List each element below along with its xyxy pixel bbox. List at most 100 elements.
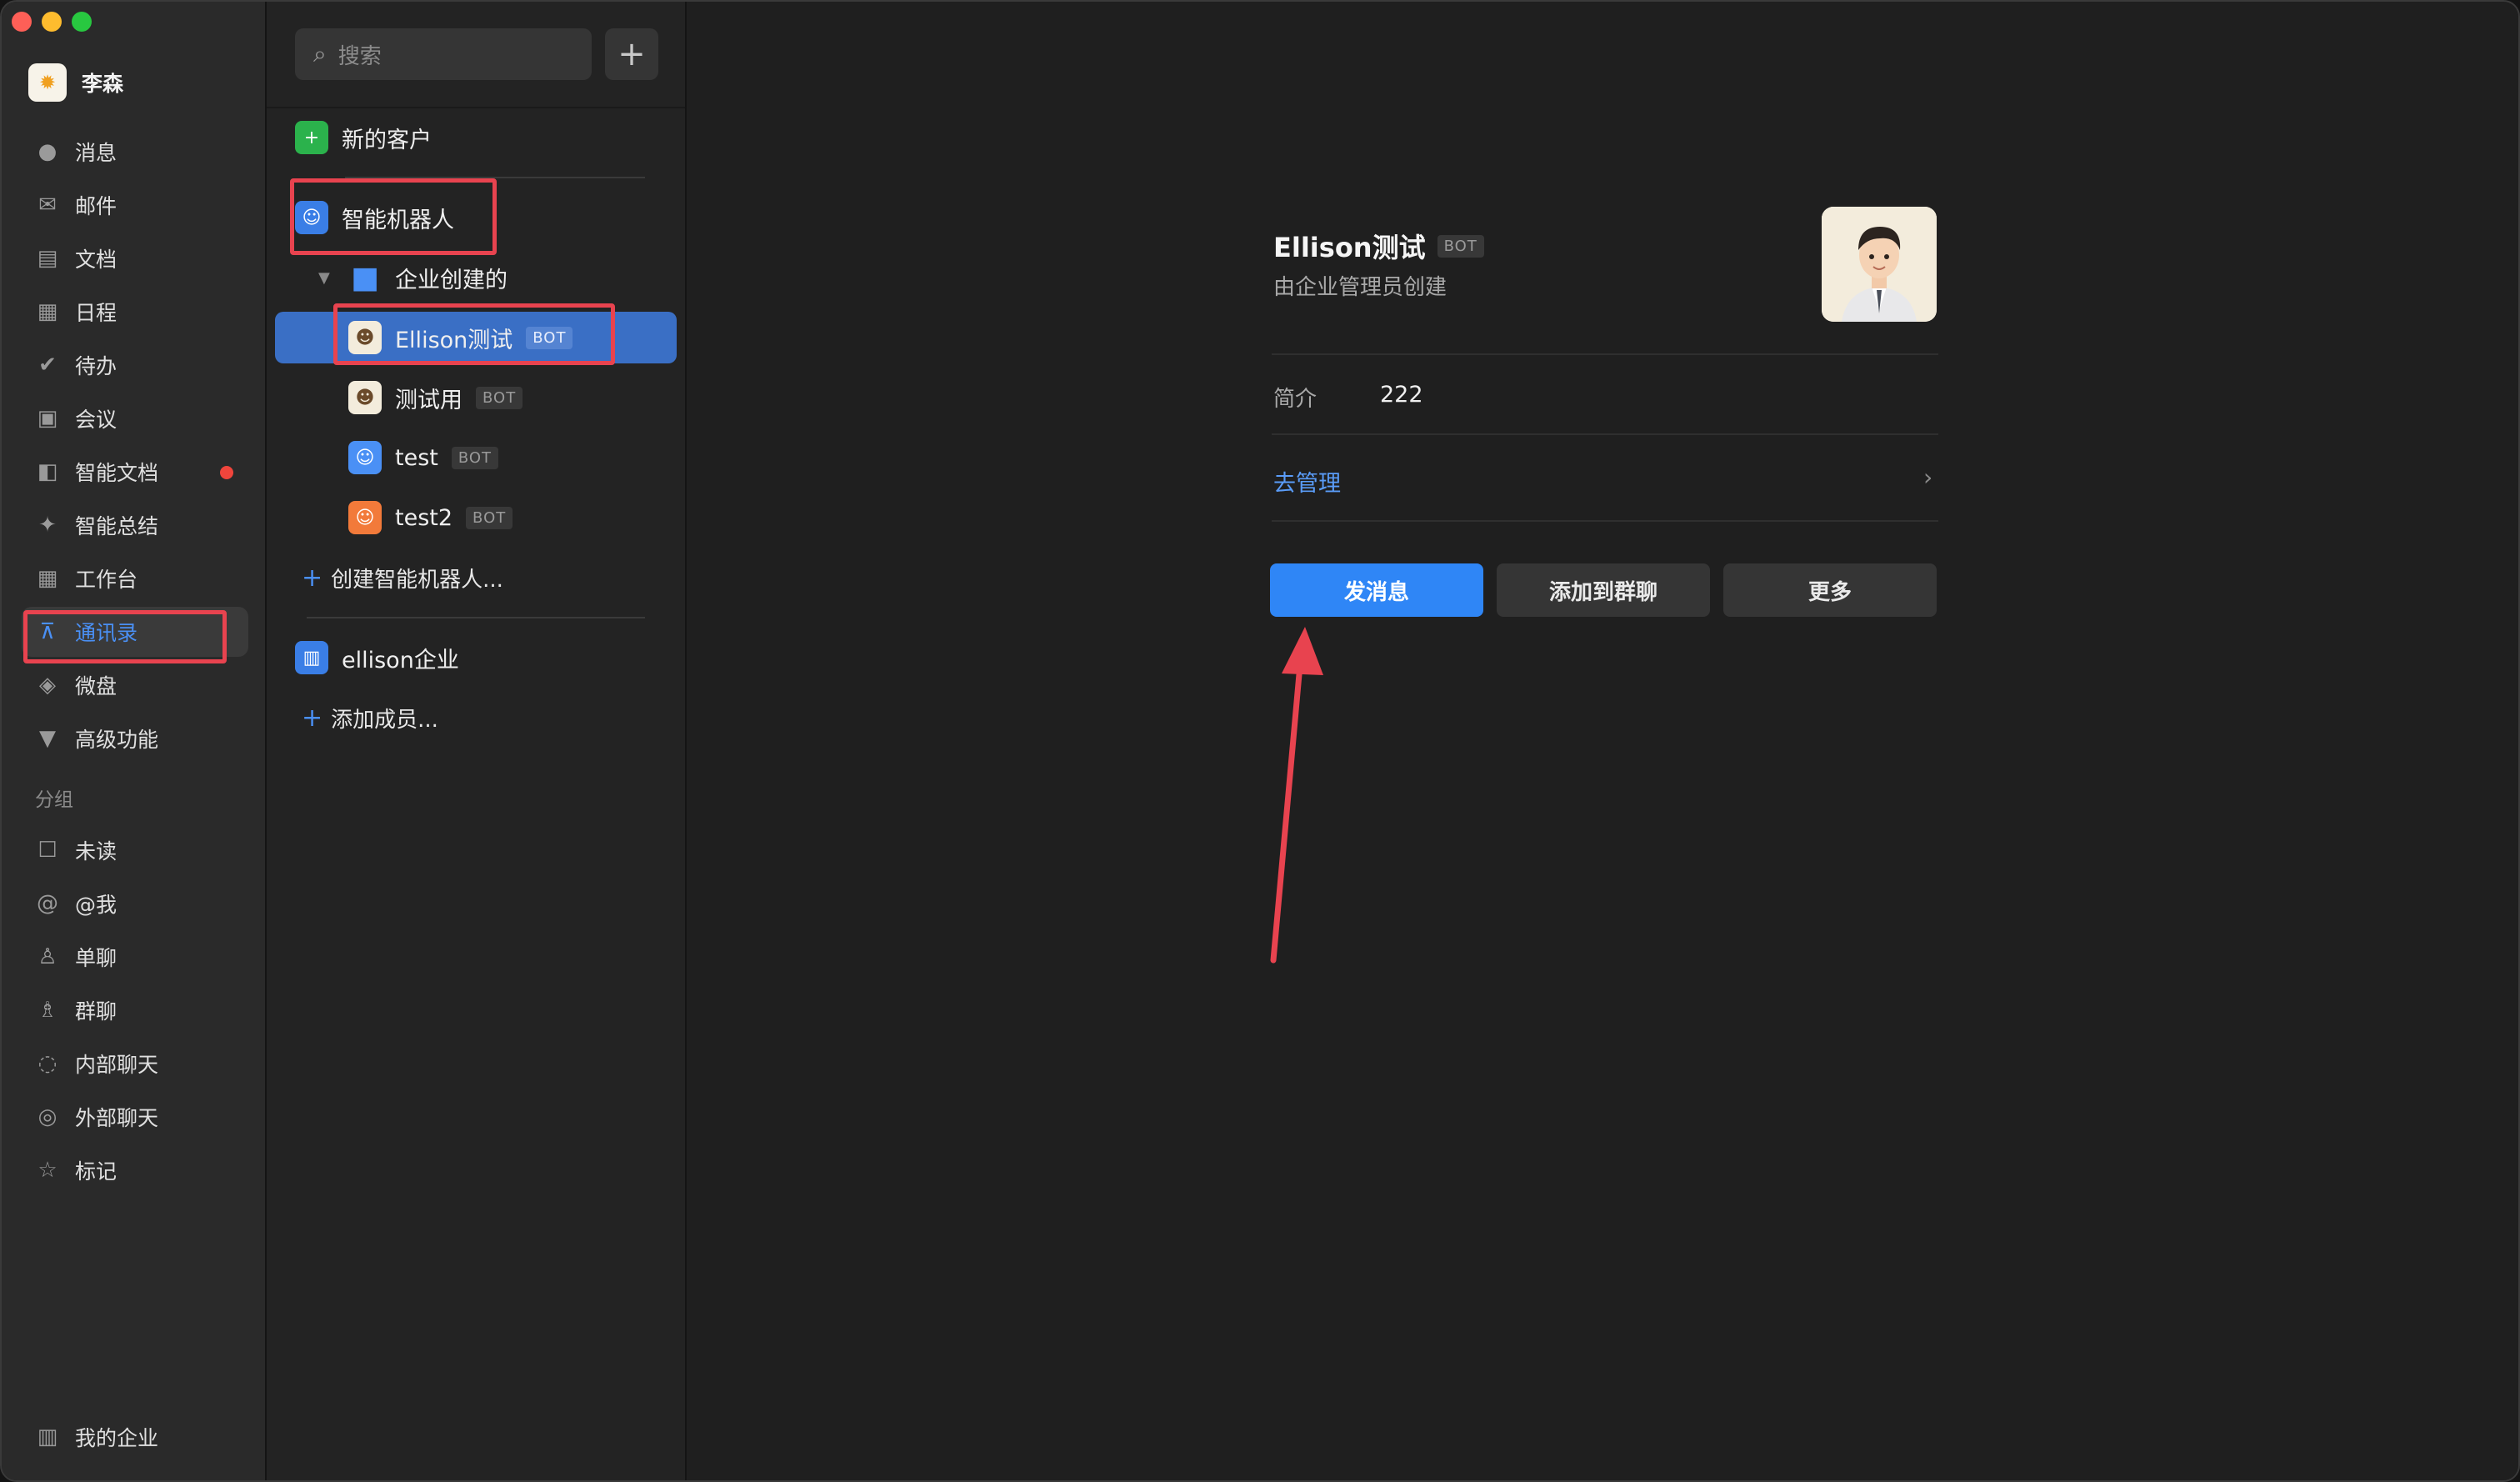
nav-item-calendar[interactable]: ▦ 日程 bbox=[22, 287, 248, 337]
person-icon: ♙ bbox=[38, 944, 58, 969]
list-item-label: 添加成员... bbox=[331, 707, 438, 733]
bot-name: 测试用 bbox=[395, 387, 462, 413]
nav-item-label: 群聊 bbox=[75, 999, 118, 1024]
detail-name: Ellison测试 bbox=[1273, 232, 1426, 263]
company-item[interactable]: ▥ ellison企业 bbox=[295, 632, 459, 683]
nav-item-label: 消息 bbox=[75, 141, 118, 165]
divider bbox=[1272, 353, 1938, 355]
more-button[interactable]: 更多 bbox=[1723, 563, 1937, 617]
nav-item-messages[interactable]: ● 消息 bbox=[22, 127, 248, 177]
close-window-button[interactable] bbox=[12, 12, 32, 32]
caret-down-icon: ▼ bbox=[318, 268, 330, 287]
portrait-icon bbox=[1822, 207, 1937, 322]
search-placeholder: 搜索 bbox=[338, 43, 382, 69]
nav-item-mail[interactable]: ✉ 邮件 bbox=[22, 180, 248, 230]
mail-icon: ✉ bbox=[38, 193, 57, 218]
premium-icon: ▼ bbox=[39, 726, 56, 751]
app-window: ✹ 李森 ● 消息 ✉ 邮件 ▤ 文档 ▦ 日程 ✔ 待办 ▣ 会议 ◧ 智能文… bbox=[0, 0, 2520, 1482]
folder-item[interactable]: ▼ ■ 企业创建的 bbox=[318, 252, 508, 303]
bot-badge: BOT bbox=[451, 446, 499, 469]
building-icon: ▥ bbox=[37, 1424, 58, 1449]
plus-icon: + bbox=[302, 703, 323, 733]
list-item-label: ellison企业 bbox=[342, 647, 459, 673]
nav-item-smart-summary[interactable]: ✦ 智能总结 bbox=[22, 500, 248, 550]
folder-icon: ■ bbox=[350, 260, 379, 295]
intro-value: 222 bbox=[1380, 382, 1423, 408]
manage-link[interactable]: 去管理 bbox=[1273, 465, 1341, 498]
bot-name: test bbox=[395, 444, 438, 471]
check-circle-icon: ✔ bbox=[38, 353, 57, 378]
nav-rail: ✹ 李森 ● 消息 ✉ 邮件 ▤ 文档 ▦ 日程 ✔ 待办 ▣ 会议 ◧ 智能文… bbox=[2, 2, 267, 1480]
plus-icon: + bbox=[618, 35, 646, 73]
nav-item-label: 单聊 bbox=[75, 946, 118, 970]
group-section-title: 分组 bbox=[35, 789, 73, 811]
nav-item-premium[interactable]: ▼ 高级功能 bbox=[22, 713, 248, 764]
detail-subtitle: 由企业管理员创建 bbox=[1273, 275, 1448, 300]
building-icon: ▥ bbox=[295, 641, 328, 674]
plus-icon: + bbox=[302, 563, 323, 593]
group-item-starred[interactable]: ☆ 标记 bbox=[22, 1145, 248, 1195]
bot-item-test-use[interactable]: ☻ 测试用 BOT bbox=[348, 372, 523, 423]
avatar: ✹ bbox=[28, 63, 67, 102]
chevron-right-icon[interactable]: › bbox=[1923, 463, 1932, 491]
nav-item-label: 待办 bbox=[75, 354, 118, 378]
window-controls bbox=[12, 12, 92, 32]
zoom-window-button[interactable] bbox=[72, 12, 92, 32]
nav-item-docs[interactable]: ▤ 文档 bbox=[22, 233, 248, 283]
people-icon: ♗ bbox=[38, 998, 58, 1023]
nav-item-smart-doc[interactable]: ◧ 智能文档 bbox=[22, 447, 248, 497]
nav-item-label: 外部聊天 bbox=[75, 1106, 159, 1130]
nav-item-label: 会议 bbox=[75, 408, 118, 432]
nav-item-meeting[interactable]: ▣ 会议 bbox=[22, 393, 248, 443]
nav-item-label: 未读 bbox=[75, 839, 118, 864]
bot-item-test[interactable]: ☺ test BOT bbox=[348, 432, 499, 483]
user-profile[interactable]: ✹ 李森 bbox=[28, 63, 123, 102]
minimize-window-button[interactable] bbox=[42, 12, 62, 32]
at-icon: @ bbox=[37, 891, 58, 916]
group-item-external-chat[interactable]: ◎ 外部聊天 bbox=[22, 1092, 248, 1142]
nav-item-drive[interactable]: ◈ 微盘 bbox=[22, 660, 248, 710]
bot-badge: BOT bbox=[466, 506, 513, 529]
robot-icon: ☺ bbox=[348, 501, 382, 534]
divider bbox=[307, 617, 645, 618]
send-message-button[interactable]: 发消息 bbox=[1270, 563, 1483, 617]
add-to-group-button[interactable]: 添加到群聊 bbox=[1497, 563, 1710, 617]
bot-badge: BOT bbox=[476, 386, 523, 409]
internal-chat-icon: ◌ bbox=[38, 1051, 58, 1076]
unread-dot bbox=[220, 466, 233, 479]
group-item-internal-chat[interactable]: ◌ 内部聊天 bbox=[22, 1039, 248, 1089]
nav-item-workbench[interactable]: ▦ 工作台 bbox=[22, 553, 248, 603]
search-input[interactable]: ⌕ 搜索 bbox=[295, 28, 592, 80]
group-item-unread[interactable]: ☐ 未读 bbox=[22, 825, 248, 875]
star-icon: ☆ bbox=[38, 1158, 58, 1183]
annotation-box-bot bbox=[333, 303, 615, 365]
add-button[interactable]: + bbox=[605, 28, 658, 80]
divider bbox=[267, 107, 685, 108]
bot-detail-panel: Ellison测试 BOT 由企业管理员创建 简介 222 去管理 › 发消息 … bbox=[687, 2, 2518, 1480]
external-chat-icon: ◎ bbox=[38, 1104, 58, 1129]
bot-avatar[interactable] bbox=[1822, 207, 1937, 322]
group-item-single-chat[interactable]: ♙ 单聊 bbox=[22, 932, 248, 982]
user-name: 李森 bbox=[82, 72, 124, 96]
meeting-icon: ▣ bbox=[37, 406, 58, 431]
annotation-box-contacts bbox=[23, 610, 227, 663]
nav-item-label: 标记 bbox=[75, 1159, 118, 1184]
bot-item-test2[interactable]: ☺ test2 BOT bbox=[348, 492, 513, 543]
nav-item-label: 邮件 bbox=[75, 194, 118, 218]
document-icon: ▤ bbox=[37, 246, 58, 271]
divider bbox=[1272, 433, 1938, 435]
nav-item-label: 日程 bbox=[75, 301, 118, 325]
group-item-group-chat[interactable]: ♗ 群聊 bbox=[22, 985, 248, 1035]
my-company-button[interactable]: ▥ 我的企业 bbox=[22, 1412, 248, 1462]
add-member-button[interactable]: + 添加成员... bbox=[302, 692, 438, 744]
grid-icon: ▦ bbox=[37, 566, 58, 591]
bot-avatar: ☻ bbox=[348, 381, 382, 414]
nav-item-todo[interactable]: ✔ 待办 bbox=[22, 340, 248, 390]
new-customer-item[interactable]: + 新的客户 bbox=[295, 112, 432, 163]
create-bot-button[interactable]: + 创建智能机器人... bbox=[302, 552, 503, 603]
search-icon: ⌕ bbox=[313, 40, 327, 68]
detail-header: Ellison测试 BOT bbox=[1273, 227, 1484, 265]
group-item-mentions[interactable]: @ @我 bbox=[22, 879, 248, 929]
list-item-label: 企业创建的 bbox=[395, 267, 508, 293]
calendar-icon: ▦ bbox=[37, 299, 58, 324]
